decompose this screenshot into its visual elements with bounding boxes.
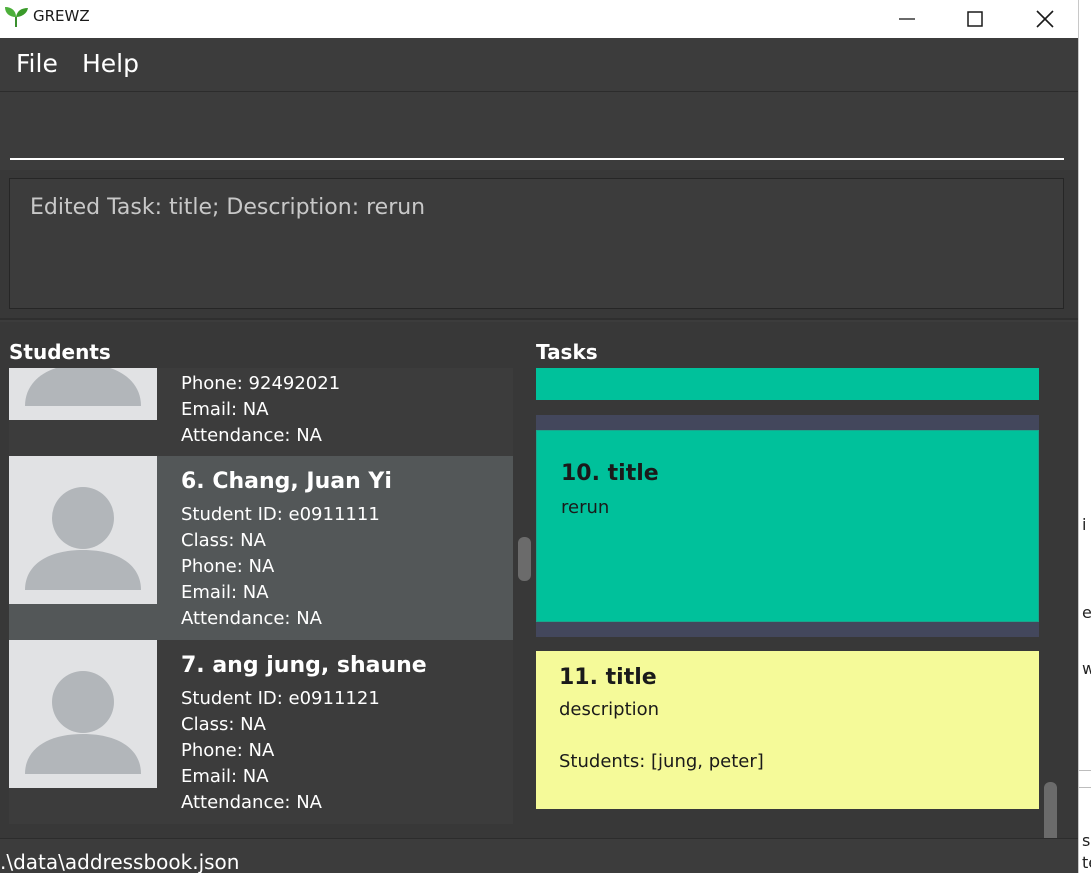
task-title: 11. title [559, 665, 657, 690]
close-button[interactable] [1010, 0, 1080, 38]
avatar [9, 456, 157, 604]
student-list[interactable]: Phone: 92492021 Email: NA Attendance: NA… [9, 368, 513, 824]
background-text-fragment: i [1082, 515, 1087, 534]
student-class: Class: NA [181, 714, 266, 735]
person-avatar-icon [25, 487, 141, 590]
avatar [9, 368, 157, 420]
minimize-button[interactable] [872, 0, 942, 38]
student-card-selected[interactable]: 6. Chang, Juan Yi Student ID: e0911111 C… [9, 456, 513, 640]
task-title: 10. title [561, 461, 659, 486]
maximize-icon [967, 11, 983, 27]
students-panel-title: Students [9, 340, 111, 364]
student-phone: Phone: 92492021 [181, 373, 341, 394]
task-card[interactable]: 10. title rerun [536, 430, 1039, 622]
command-box [0, 92, 1078, 170]
tasks-panel-title: Tasks [536, 340, 598, 364]
save-file-path: .\data\addressbook.json [0, 850, 240, 873]
student-email: Email: NA [181, 766, 269, 787]
background-text-fragment: te [1082, 853, 1091, 872]
student-id: Student ID: e0911111 [181, 504, 380, 525]
person-avatar-icon [25, 671, 141, 774]
background-text-fragment: w [1082, 659, 1091, 678]
task-card[interactable]: 11. title description Students: [jung, p… [536, 651, 1039, 809]
student-email: Email: NA [181, 582, 269, 603]
app-window: File Help Edited Task: title; Descriptio… [0, 38, 1078, 873]
student-email: Email: NA [181, 399, 269, 420]
background-divider [1079, 770, 1091, 771]
background-text-fragment: e [1082, 603, 1091, 622]
student-phone: Phone: NA [181, 740, 275, 761]
task-separator [536, 622, 1039, 637]
student-name: 6. Chang, Juan Yi [181, 469, 392, 494]
background-divider [1079, 787, 1091, 788]
avatar [9, 640, 157, 788]
background-text-fragment: s [1082, 831, 1091, 850]
sprout-icon [3, 5, 31, 29]
student-attendance: Attendance: NA [181, 425, 322, 446]
result-display-pane: Edited Task: title; Description: rerun [0, 170, 1078, 320]
student-card[interactable]: 7. ang jung, shaune Student ID: e0911121… [9, 640, 513, 824]
status-bar: .\data\addressbook.json [0, 838, 1078, 873]
close-icon [1036, 10, 1054, 28]
task-card-partial[interactable] [536, 368, 1039, 400]
task-separator [536, 415, 1039, 430]
person-avatar-icon [25, 368, 141, 406]
list-panels: Students Tasks Phone: 92492021 Email: NA… [0, 322, 1078, 856]
menu-help[interactable]: Help [82, 49, 139, 78]
title-bar: GREWZ [0, 0, 1078, 38]
menu-file[interactable]: File [16, 49, 58, 78]
background-window-strip: i e w s te [1078, 0, 1091, 873]
menu-bar: File Help [0, 38, 1078, 92]
task-description: description [559, 699, 660, 720]
student-phone: Phone: NA [181, 556, 275, 577]
command-input[interactable] [10, 102, 1064, 160]
task-list[interactable]: 10. title rerun 11. title description St… [536, 368, 1039, 824]
app-title: GREWZ [33, 7, 90, 25]
student-id: Student ID: e0911121 [181, 688, 380, 709]
student-card[interactable]: Phone: 92492021 Email: NA Attendance: NA [9, 368, 513, 456]
student-class: Class: NA [181, 530, 266, 551]
task-students: Students: [jung, peter] [559, 751, 764, 772]
student-name: 7. ang jung, shaune [181, 653, 427, 678]
student-attendance: Attendance: NA [181, 608, 322, 629]
minimize-icon [899, 18, 915, 20]
student-attendance: Attendance: NA [181, 792, 322, 813]
result-message: Edited Task: title; Description: rerun [30, 195, 426, 220]
task-description: rerun [561, 497, 610, 518]
maximize-button[interactable] [940, 0, 1010, 38]
result-display[interactable]: Edited Task: title; Description: rerun [9, 178, 1064, 309]
student-list-scrollbar[interactable] [518, 537, 531, 581]
